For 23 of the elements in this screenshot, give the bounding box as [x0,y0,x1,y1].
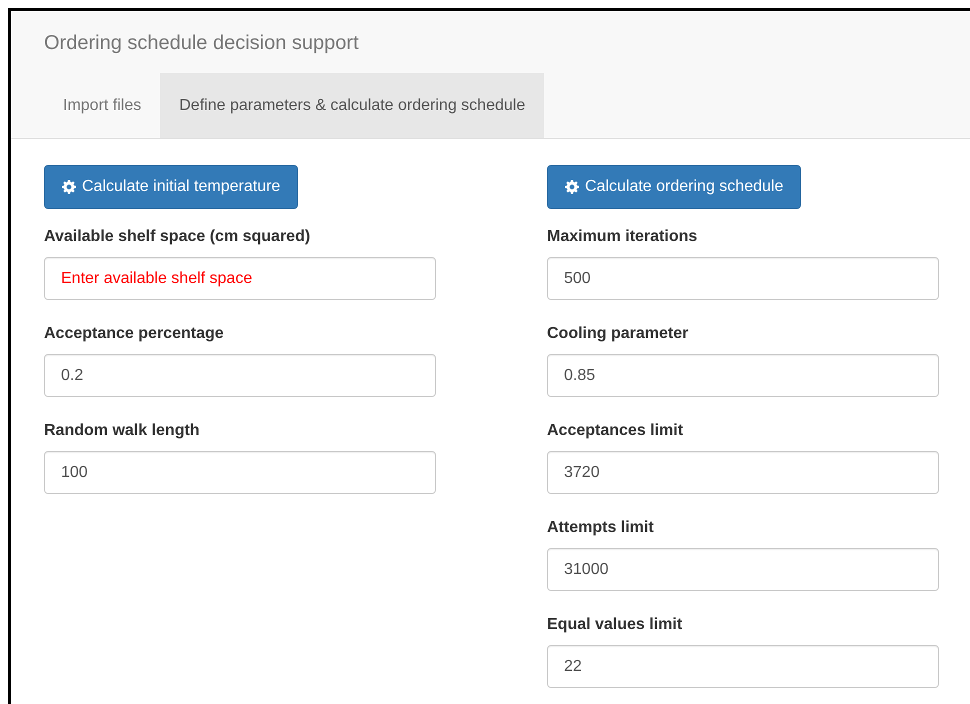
input-field[interactable]: 0.85 [547,354,939,397]
input-field[interactable]: 22 [547,645,939,688]
input-field[interactable]: 0.2 [44,354,436,397]
field-label: Maximum iterations [547,227,698,247]
gear-icon [565,180,579,194]
app-title: Ordering schedule decision support [44,31,360,55]
field-label: Equal values limit [547,615,684,635]
input-field[interactable]: 3720 [547,451,939,494]
field-label: Attempts limit [547,518,655,538]
calculate-button[interactable]: Calculate initial temperature [44,165,298,209]
input-field[interactable]: 100 [44,451,436,494]
input-field[interactable]: 31000 [547,548,939,591]
field-label: Acceptance percentage [44,324,225,344]
field-label: Available shelf space (cm squared) [44,227,312,247]
field-label: Random walk length [44,421,201,441]
gear-icon [62,180,76,194]
field-label: Acceptances limit [547,421,684,441]
calculate-button[interactable]: Calculate ordering schedule [547,165,802,209]
input-field[interactable]: Enter available shelf space [44,257,436,300]
field-label: Cooling parameter [547,324,690,344]
tab[interactable]: Define parameters & calculate ordering schedule [160,73,544,138]
input-field[interactable]: 500 [547,257,939,300]
tab[interactable]: Import files [44,73,160,138]
